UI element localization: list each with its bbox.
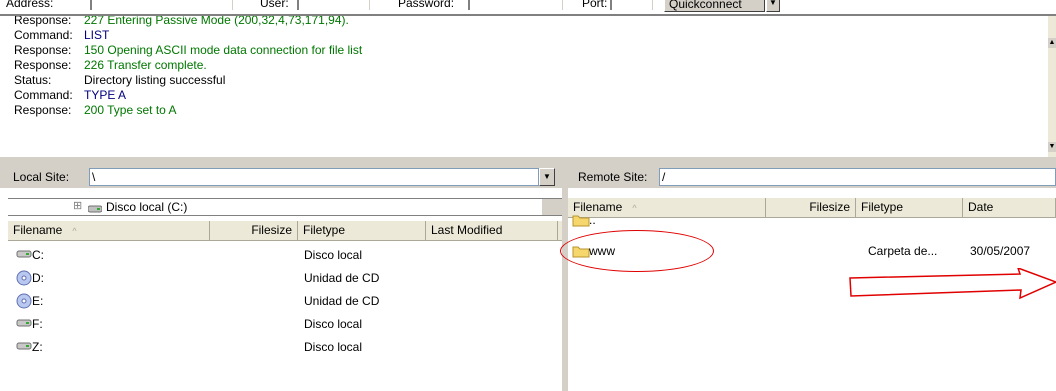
column-filesize[interactable]: Filesize bbox=[210, 221, 298, 240]
file-type: Disco local bbox=[304, 317, 363, 331]
local-file-row[interactable]: D: Unidad de CD bbox=[8, 267, 562, 290]
log-entry-message: Directory listing successful bbox=[84, 73, 226, 87]
log-entry-type: Command: bbox=[14, 88, 73, 102]
tree-item-label[interactable]: Disco local (C:) bbox=[106, 200, 187, 214]
tree-expand-icon[interactable]: ⊞ bbox=[73, 199, 82, 212]
local-site-label: Local Site: bbox=[13, 170, 70, 184]
user-label: User: bbox=[260, 0, 289, 10]
column-filetype[interactable]: Filetype bbox=[298, 221, 426, 240]
log-entry-message: 200 Type set to A bbox=[84, 103, 177, 117]
remote-site-label: Remote Site: bbox=[578, 170, 648, 184]
hard-drive-icon bbox=[16, 247, 32, 263]
file-name: D: bbox=[32, 271, 44, 285]
annotation-arrow bbox=[849, 268, 1056, 300]
file-name: E: bbox=[32, 294, 44, 308]
port-input[interactable] bbox=[610, 0, 653, 10]
file-type: Disco local bbox=[304, 248, 363, 262]
log-entry-type: Status: bbox=[14, 73, 52, 87]
local-file-row[interactable]: Z: Disco local bbox=[8, 336, 562, 359]
remote-path-input[interactable]: / bbox=[659, 168, 1056, 186]
local-directory-tree: ⊞ Disco local (C:) bbox=[8, 198, 562, 216]
remote-file-row[interactable]: .. bbox=[568, 209, 1056, 232]
local-file-row[interactable]: E: Unidad de CD bbox=[8, 290, 562, 313]
address-label: Address: bbox=[6, 0, 54, 10]
quickconnect-dropdown-button[interactable]: ▼ bbox=[766, 0, 780, 12]
local-file-header: Filename ^ Filesize Filetype Last Modifie… bbox=[8, 221, 562, 241]
local-file-row[interactable]: C: Disco local bbox=[8, 244, 562, 267]
local-site-bar: Local Site: \ ▼ bbox=[0, 166, 562, 188]
hard-drive-icon bbox=[87, 202, 103, 216]
local-panel: Local Site: \ ▼ ⊞ Disco local (C:) Filen… bbox=[0, 166, 562, 391]
message-log: Response: 227 Entering Passive Mode (200,… bbox=[0, 14, 1056, 159]
file-date: 30/05/2007 bbox=[970, 244, 1031, 258]
local-path-input[interactable]: \ bbox=[89, 168, 539, 186]
cd-drive-icon bbox=[16, 270, 32, 286]
log-entry-message: TYPE A bbox=[84, 88, 127, 102]
scroll-down-icon[interactable]: ▼ bbox=[1048, 142, 1056, 152]
log-scrollbar[interactable]: ▲ ▼ bbox=[1048, 16, 1056, 157]
port-label: Port: bbox=[582, 0, 608, 10]
log-entry-type: Response: bbox=[14, 103, 72, 117]
log-entry-type: Response: bbox=[14, 14, 72, 27]
log-entry-type: Response: bbox=[14, 58, 72, 72]
address-input[interactable] bbox=[90, 0, 233, 10]
file-name: .. bbox=[589, 213, 596, 227]
local-file-row[interactable]: F: Disco local bbox=[8, 313, 562, 336]
tree-scrollbar[interactable] bbox=[542, 199, 562, 215]
hard-drive-icon bbox=[16, 339, 32, 355]
password-input[interactable] bbox=[468, 0, 563, 10]
log-entry-type: Response: bbox=[14, 43, 72, 57]
folder-icon bbox=[572, 213, 590, 227]
log-entry-message: 150 Opening ASCII mode data connection f… bbox=[84, 43, 363, 57]
annotation-circle bbox=[560, 230, 714, 272]
cd-drive-icon bbox=[16, 293, 32, 309]
log-splitter[interactable] bbox=[0, 159, 1056, 166]
file-type: Unidad de CD bbox=[304, 294, 380, 308]
column-filename[interactable]: Filename ^ bbox=[8, 221, 210, 240]
file-type: Unidad de CD bbox=[304, 271, 380, 285]
log-entry-message: LIST bbox=[84, 28, 110, 42]
file-type: Carpeta de... bbox=[868, 244, 938, 258]
quickconnect-bar: Address: User: Password: Port: Quickconn… bbox=[0, 0, 1056, 14]
file-name: F: bbox=[32, 317, 43, 331]
file-name: Z: bbox=[32, 340, 43, 354]
hard-drive-icon bbox=[16, 316, 32, 332]
scroll-up-icon[interactable]: ▲ bbox=[1048, 38, 1056, 48]
log-entry-message: 226 Transfer complete. bbox=[84, 58, 207, 72]
remote-site-bar: Remote Site: / bbox=[568, 166, 1056, 188]
password-label: Password: bbox=[398, 0, 455, 10]
log-entry-message: 227 Entering Passive Mode (200,32,4,73,1… bbox=[84, 14, 349, 27]
column-last-modified[interactable]: Last Modified bbox=[426, 221, 558, 240]
quickconnect-button[interactable]: Quickconnect bbox=[664, 0, 765, 12]
user-input[interactable] bbox=[297, 0, 370, 10]
local-path-dropdown[interactable]: ▼ bbox=[539, 168, 555, 186]
file-name: C: bbox=[32, 248, 44, 262]
log-entry-type: Command: bbox=[14, 28, 73, 42]
file-type: Disco local bbox=[304, 340, 363, 354]
